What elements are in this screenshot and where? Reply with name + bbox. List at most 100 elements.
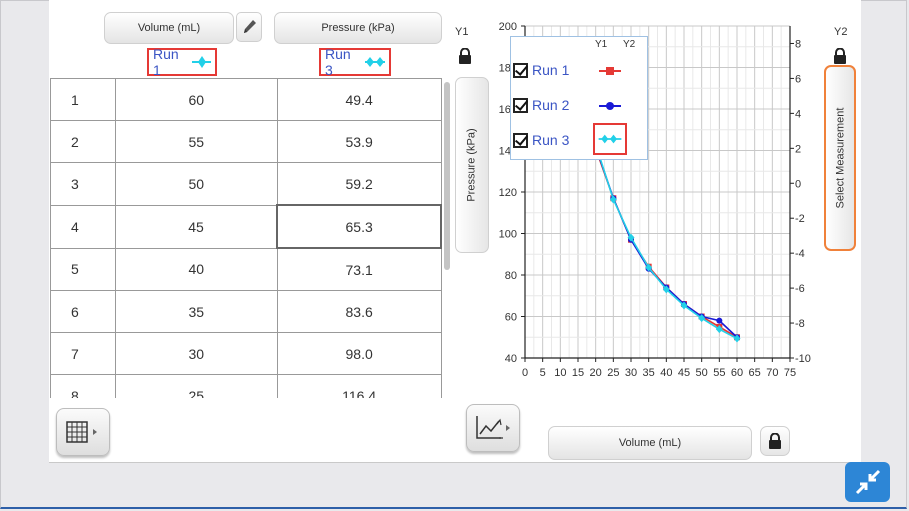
y-axis-measurement-label: Pressure (kPa): [466, 128, 479, 202]
y2-tick-label: 2: [795, 143, 801, 155]
table-cell-pressure[interactable]: 116.4: [276, 374, 442, 398]
x-tick-label: 35: [643, 367, 655, 379]
x-axis-lock-button[interactable]: [760, 426, 790, 456]
table-cell-index[interactable]: 4: [50, 204, 116, 249]
legend-label-run2: Run 2: [532, 97, 570, 113]
x-tick-label: 30: [625, 367, 637, 379]
x-tick-label: 70: [766, 367, 778, 379]
y1-tick-label: 200: [499, 21, 517, 33]
table-row[interactable]: 8 25 116.4: [50, 374, 442, 398]
data-point: [716, 317, 723, 324]
table-cell-index[interactable]: 2: [50, 120, 116, 163]
table-row[interactable]: 1 60 49.4: [50, 78, 442, 121]
legend-label-run3: Run 3: [532, 132, 570, 148]
x-axis-measurement-label: Volume (mL): [618, 437, 682, 449]
lock-icon: [769, 433, 781, 449]
table-cell-index[interactable]: 5: [50, 247, 116, 291]
legend-label-run1: Run 1: [532, 62, 570, 78]
checkbox-icon[interactable]: [513, 62, 528, 78]
table-cell-index[interactable]: 8: [50, 374, 116, 398]
table-cell-pressure[interactable]: 49.4: [276, 78, 442, 121]
table-cell-pressure[interactable]: 59.2: [276, 162, 442, 206]
table-row[interactable]: 3 50 59.2: [50, 162, 442, 206]
graph-view-button[interactable]: [466, 404, 520, 452]
y1-tick-label: 100: [499, 229, 517, 241]
checkbox-icon[interactable]: [513, 97, 528, 113]
y1-tick-label: 80: [505, 270, 517, 282]
y2-tick-label: 4: [795, 108, 801, 120]
volume-column-header[interactable]: Volume (mL): [104, 12, 234, 44]
x-tick-label: 15: [572, 367, 584, 379]
pressure-run-label: Run 3: [325, 46, 351, 78]
x-tick-label: 40: [660, 367, 672, 379]
y2-tick-label: -10: [795, 353, 811, 365]
table-row[interactable]: 6 35 83.6: [50, 290, 442, 333]
data-table[interactable]: 1 60 49.4 2 55 53.9 3 50 59.2 4 45 65.3 5 40 73.1 6 35 83…: [50, 78, 442, 398]
table-cell-volume[interactable]: 45: [114, 204, 278, 249]
x-tick-label: 10: [554, 367, 566, 379]
table-row[interactable]: 7 30 98.0: [50, 332, 442, 375]
volume-column-header-label: Volume (mL): [137, 22, 201, 34]
table-view-button[interactable]: [56, 408, 110, 456]
x-tick-label: 45: [678, 367, 690, 379]
table-cell-index[interactable]: 3: [50, 162, 116, 206]
table-cell-volume[interactable]: 55: [114, 120, 278, 163]
run3-cyan-marker-icon[interactable]: [593, 123, 627, 155]
pressure-column-header-label: Pressure (kPa): [321, 22, 395, 34]
table-cell-pressure[interactable]: 73.1: [276, 247, 442, 291]
legend-y1-header: Y1: [595, 39, 608, 50]
y1-tick-label: 60: [505, 312, 517, 324]
run1-red-marker-icon[interactable]: [595, 63, 625, 79]
table-row[interactable]: 5 40 73.1: [50, 247, 442, 291]
collapse-button[interactable]: [845, 462, 890, 502]
run2-blue-marker-icon[interactable]: [595, 98, 625, 114]
run3-marker-icon: [365, 57, 385, 67]
run1-marker-icon: [192, 56, 211, 68]
x-tick-label: 60: [731, 367, 743, 379]
y2-tick-label: -8: [795, 318, 805, 330]
legend-item-run1[interactable]: Run 1: [513, 59, 569, 81]
y1-label: Y1: [455, 26, 469, 38]
x-tick-label: 5: [540, 367, 546, 379]
y2-tick-label: -6: [795, 283, 805, 295]
lock-icon[interactable]: [458, 48, 472, 64]
y2-tick-label: -2: [795, 213, 805, 225]
table-cell-volume[interactable]: 30: [114, 332, 278, 375]
checkbox-icon[interactable]: [513, 132, 528, 148]
volume-run-selector[interactable]: Run 1: [147, 46, 217, 78]
y2-tick-label: 0: [795, 178, 801, 190]
x-tick-label: 75: [784, 367, 796, 379]
table-cell-volume[interactable]: 25: [114, 374, 278, 398]
table-cell-volume[interactable]: 35: [114, 290, 278, 333]
table-scrollbar-thumb[interactable]: [444, 82, 450, 270]
lock-icon[interactable]: [833, 48, 847, 64]
table-cell-pressure[interactable]: 98.0: [276, 332, 442, 375]
table-row[interactable]: 4 45 65.3: [50, 204, 442, 249]
select-measurement-button[interactable]: Select Measurement: [824, 65, 856, 251]
table-cell-index[interactable]: 1: [50, 78, 116, 121]
volume-run-label: Run 1: [153, 46, 179, 78]
chart-legend[interactable]: Y1 Y2 Run 1 Run 2 Run 3: [510, 36, 648, 160]
table-cell-volume[interactable]: 60: [114, 78, 278, 121]
table-cell-index[interactable]: 7: [50, 332, 116, 375]
collapse-arrows-icon: [855, 469, 880, 495]
legend-item-run2[interactable]: Run 2: [513, 94, 569, 116]
x-axis-measurement-button[interactable]: Volume (mL): [548, 426, 752, 460]
y2-tick-label: -4: [795, 248, 805, 260]
table-cell-index[interactable]: 6: [50, 290, 116, 333]
y1-tick-label: 40: [505, 353, 517, 365]
pressure-column-header[interactable]: Pressure (kPa): [274, 12, 442, 44]
table-icon: [66, 421, 97, 443]
table-cell-pressure[interactable]: 83.6: [276, 290, 442, 333]
legend-item-run3[interactable]: Run 3: [513, 129, 569, 151]
table-cell-pressure[interactable]: 53.9: [276, 120, 442, 163]
select-measurement-label: Select Measurement: [834, 107, 847, 209]
table-cell-pressure[interactable]: 65.3: [276, 204, 442, 249]
table-row[interactable]: 2 55 53.9: [50, 120, 442, 163]
pressure-run-selector[interactable]: Run 3: [319, 46, 391, 78]
pencil-icon[interactable]: [236, 12, 262, 42]
table-cell-volume[interactable]: 50: [114, 162, 278, 206]
x-tick-label: 0: [522, 367, 528, 379]
y2-tick-label: 8: [795, 38, 801, 50]
table-cell-volume[interactable]: 40: [114, 247, 278, 291]
